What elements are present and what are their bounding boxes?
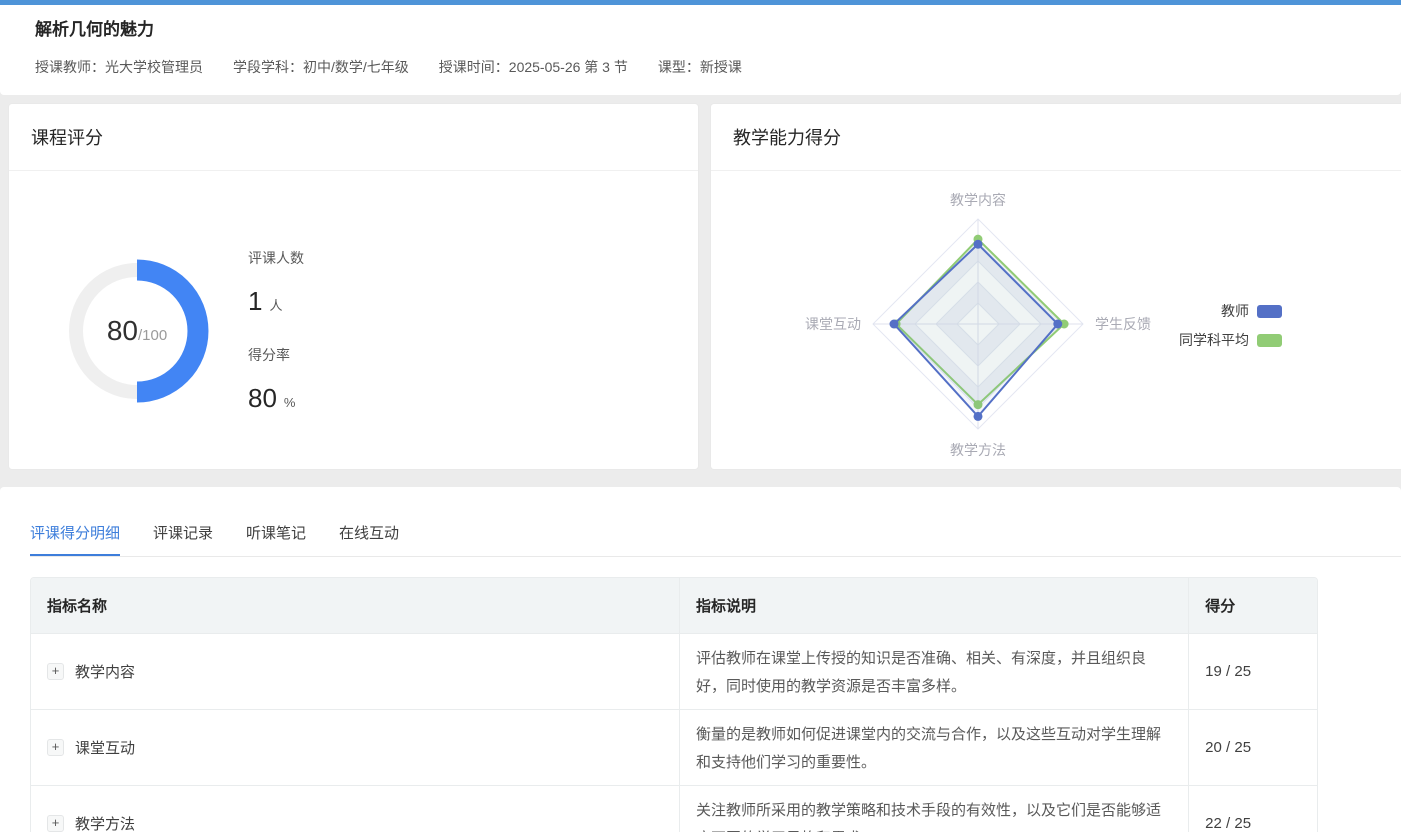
legend-item[interactable]: 同学科平均: [1179, 330, 1282, 350]
metric-value-row: 80 %: [248, 383, 304, 414]
table-row: + 教学内容 评估教师在课堂上传授的知识是否准确、相关、有深度，并且组织良好，同…: [31, 633, 1317, 709]
radar-legend: 教师 同学科平均: [1179, 301, 1282, 359]
metric-block: 评课人数 1 人: [248, 248, 304, 317]
legend-item[interactable]: 教师: [1179, 301, 1282, 321]
radar-axis-label: 教学内容: [950, 192, 1006, 208]
course-score-card: 课程评分 80 /100 评课人数 1 人 得分率 80 %: [8, 103, 699, 470]
detail-tabs: 评课得分明细评课记录听课笔记在线互动: [30, 487, 399, 557]
metric-unit: 人: [269, 295, 282, 314]
table-row: + 课堂互动 衡量的是教师如何促进课堂内的交流与合作，以及这些互动对学生理解和支…: [31, 709, 1317, 785]
legend-swatch: [1257, 305, 1282, 318]
indicator-score: 19 / 25: [1189, 634, 1317, 709]
course-meta-item: 授课时间：2025-05-26 第 3 节: [439, 57, 628, 77]
score-metrics: 评课人数 1 人 得分率 80 %: [248, 248, 304, 414]
indicator-desc: 关注教师所采用的教学策略和技术手段的有效性，以及它们是否能够适应不同的学习风格和…: [680, 786, 1189, 832]
legend-label: 教师: [1221, 301, 1249, 321]
indicator-score: 22 / 25: [1189, 786, 1317, 832]
score-gauge-center: 80 /100: [55, 249, 219, 413]
tab-3[interactable]: 听课笔记: [246, 522, 306, 557]
metric-value: 80: [248, 383, 277, 414]
metric-block: 得分率 80 %: [248, 345, 304, 414]
column-header-name: 指标名称: [31, 578, 680, 633]
indicator-table-body: + 教学内容 评估教师在课堂上传授的知识是否准确、相关、有深度，并且组织良好，同…: [31, 633, 1317, 832]
tab-2[interactable]: 评课记录: [153, 522, 213, 557]
expand-icon[interactable]: +: [47, 739, 64, 756]
expand-icon[interactable]: +: [47, 815, 64, 832]
table-row: + 教学方法 关注教师所采用的教学策略和技术手段的有效性，以及它们是否能够适应不…: [31, 785, 1317, 832]
metric-value: 1: [248, 286, 262, 317]
column-header-desc: 指标说明: [680, 578, 1189, 633]
legend-swatch: [1257, 334, 1282, 347]
indicator-name: 教学方法: [75, 813, 135, 832]
detail-section: 评课得分明细评课记录听课笔记在线互动 指标名称 指标说明 得分 + 教学内容 评…: [0, 487, 1401, 832]
tab-1[interactable]: 评课得分明细: [30, 522, 120, 557]
indicator-table-header: 指标名称 指标说明 得分: [31, 578, 1317, 633]
course-meta-item: 学段学科：初中/数学/七年级: [233, 57, 409, 77]
radar-axis-label: 教学方法: [950, 442, 1006, 458]
teaching-ability-radar-chart: 教学内容学生反馈教学方法 课堂互动: [711, 104, 1401, 471]
metric-unit: %: [284, 395, 296, 410]
column-header-score: 得分: [1189, 578, 1317, 633]
teaching-ability-card: 教学能力得分 教学内容学生反馈教学方法课堂互动 教师 同学科平均: [710, 103, 1401, 470]
indicator-desc: 评估教师在课堂上传授的知识是否准确、相关、有深度，并且组织良好，同时使用的教学资…: [680, 634, 1189, 709]
indicator-name: 课堂互动: [75, 737, 135, 758]
course-meta-item: 授课教师：光大学校管理员: [35, 57, 203, 77]
course-meta-row: 授课教师：光大学校管理员 学段学科：初中/数学/七年级 授课时间：2025-05-2…: [35, 57, 742, 77]
score-value: 80: [107, 315, 138, 347]
indicator-score: 20 / 25: [1189, 710, 1317, 785]
indicator-table: 指标名称 指标说明 得分 + 教学内容 评估教师在课堂上传授的知识是否准确、相关…: [30, 577, 1318, 832]
indicator-name: 教学内容: [75, 661, 135, 682]
legend-label: 同学科平均: [1179, 330, 1249, 350]
expand-icon[interactable]: +: [47, 663, 64, 680]
course-score-card-title: 课程评分: [9, 104, 698, 171]
tabs-divider: [30, 556, 1401, 557]
course-header: 解析几何的魅力 授课教师：光大学校管理员 学段学科：初中/数学/七年级 授课时间：2…: [0, 5, 1401, 95]
metric-label: 评课人数: [248, 248, 304, 268]
page-title: 解析几何的魅力: [35, 15, 154, 40]
score-gauge: 80 /100: [55, 249, 219, 413]
tab-4[interactable]: 在线互动: [339, 522, 399, 557]
course-meta-item: 课型：新授课: [658, 57, 742, 77]
radar-axis-label: 学生反馈: [1095, 316, 1151, 332]
indicator-desc: 衡量的是教师如何促进课堂内的交流与合作，以及这些互动对学生理解和支持他们学习的重…: [680, 710, 1189, 785]
metric-value-row: 1 人: [248, 286, 304, 317]
metric-label: 得分率: [248, 345, 304, 365]
score-max: /100: [138, 327, 167, 344]
radar-axis-label: 课堂互动: [805, 316, 861, 332]
